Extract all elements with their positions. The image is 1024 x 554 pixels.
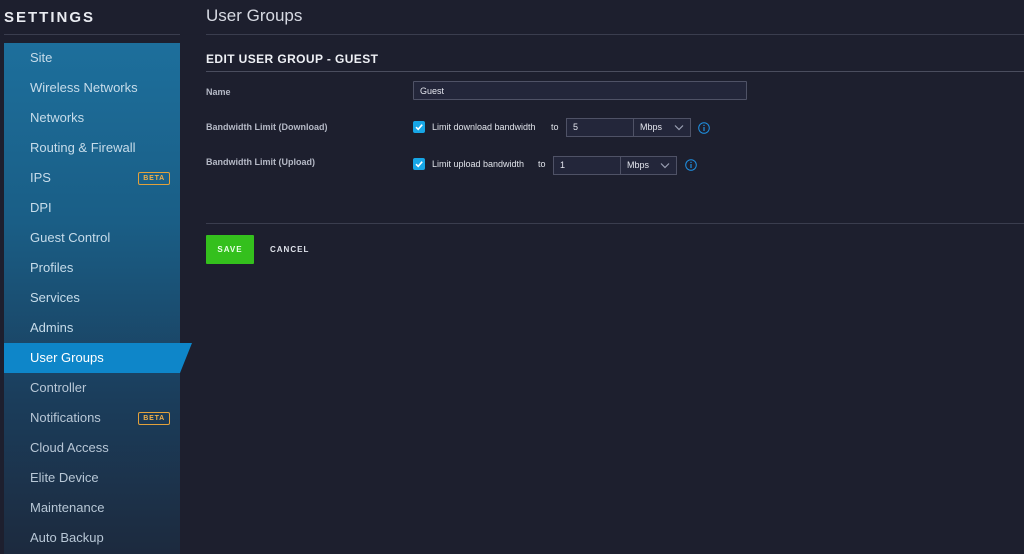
cancel-button[interactable]: CANCEL bbox=[270, 235, 309, 264]
sidebar-item-label: Admins bbox=[30, 320, 74, 335]
info-icon[interactable] bbox=[698, 122, 710, 134]
sidebar-item-services[interactable]: Services bbox=[4, 283, 180, 313]
download-checkbox-label: Limit download bandwidth bbox=[432, 122, 536, 132]
name-input[interactable]: Guest bbox=[413, 81, 747, 100]
sidebar-item-site[interactable]: Site bbox=[4, 43, 180, 73]
download-to-label: to bbox=[551, 122, 559, 132]
sidebar-item-label: DPI bbox=[30, 200, 52, 215]
sidebar-item-label: Cloud Access bbox=[30, 440, 109, 455]
sidebar-item-elite-device[interactable]: Elite Device bbox=[4, 463, 180, 493]
sidebar-item-notifications[interactable]: Notifications BETA bbox=[4, 403, 180, 433]
section-title: EDIT USER GROUP - GUEST bbox=[206, 52, 379, 66]
sidebar-item-admins[interactable]: Admins bbox=[4, 313, 180, 343]
upload-unit-select[interactable]: Mbps bbox=[621, 156, 677, 175]
sidebar-item-label: Site bbox=[30, 50, 53, 65]
sidebar-item-label: Controller bbox=[30, 380, 87, 395]
sidebar-nav: Site Wireless Networks Networks Routing … bbox=[4, 43, 192, 554]
beta-badge: BETA bbox=[138, 412, 170, 425]
beta-badge: BETA bbox=[138, 172, 170, 185]
upload-limit-checkbox[interactable] bbox=[413, 158, 425, 170]
sidebar-item-label: Profiles bbox=[30, 260, 74, 275]
header-divider bbox=[206, 34, 1024, 35]
section-divider bbox=[206, 71, 1024, 72]
sidebar-item-user-groups[interactable]: User Groups bbox=[4, 343, 192, 373]
settings-app: SETTINGS Site Wireless Networks Networks… bbox=[0, 0, 1024, 554]
sidebar-item-maintenance[interactable]: Maintenance bbox=[4, 493, 180, 523]
sidebar-item-label: Guest Control bbox=[30, 230, 111, 245]
sidebar-divider bbox=[4, 34, 180, 35]
upload-limit-label: Bandwidth Limit (Upload) bbox=[206, 157, 315, 167]
name-label: Name bbox=[206, 87, 231, 97]
upload-to-label: to bbox=[538, 159, 546, 169]
sidebar-item-controller[interactable]: Controller bbox=[4, 373, 180, 403]
sidebar-item-label: Networks bbox=[30, 110, 85, 125]
sidebar-item-cloud-access[interactable]: Cloud Access bbox=[4, 433, 180, 463]
sidebar-item-guest-control[interactable]: Guest Control bbox=[4, 223, 180, 253]
check-icon bbox=[415, 161, 423, 168]
sidebar-item-routing-firewall[interactable]: Routing & Firewall bbox=[4, 133, 180, 163]
sidebar-item-wireless-networks[interactable]: Wireless Networks bbox=[4, 73, 180, 103]
sidebar-item-dpi[interactable]: DPI bbox=[4, 193, 180, 223]
save-button[interactable]: SAVE bbox=[206, 235, 254, 264]
sidebar-item-label: User Groups bbox=[30, 350, 104, 365]
sidebar-item-label: Notifications bbox=[30, 410, 101, 425]
sidebar-item-networks[interactable]: Networks bbox=[4, 103, 180, 133]
download-limit-label: Bandwidth Limit (Download) bbox=[206, 122, 328, 132]
upload-value-input[interactable]: 1 bbox=[553, 156, 621, 175]
sidebar-item-label: Wireless Networks bbox=[30, 80, 138, 95]
chevron-down-icon bbox=[674, 125, 684, 131]
sidebar-title: SETTINGS bbox=[4, 9, 96, 26]
upload-unit-value: Mbps bbox=[627, 160, 650, 170]
info-icon[interactable] bbox=[685, 159, 697, 171]
form-divider bbox=[206, 223, 1024, 224]
sidebar-item-label: Services bbox=[30, 290, 80, 305]
sidebar-item-label: Maintenance bbox=[30, 500, 105, 515]
page-title: User Groups bbox=[206, 6, 303, 25]
sidebar-item-profiles[interactable]: Profiles bbox=[4, 253, 180, 283]
sidebar-item-label: IPS bbox=[30, 170, 51, 185]
download-unit-value: Mbps bbox=[640, 122, 663, 132]
sidebar-item-label: Elite Device bbox=[30, 470, 99, 485]
download-limit-checkbox[interactable] bbox=[413, 121, 425, 133]
sidebar-item-auto-backup[interactable]: Auto Backup bbox=[4, 523, 180, 553]
download-value-input[interactable]: 5 bbox=[566, 118, 634, 137]
download-unit-select[interactable]: Mbps bbox=[634, 118, 691, 137]
chevron-down-icon bbox=[660, 163, 670, 169]
sidebar-item-ips[interactable]: IPS BETA bbox=[4, 163, 180, 193]
upload-checkbox-label: Limit upload bandwidth bbox=[432, 159, 525, 169]
check-icon bbox=[415, 124, 423, 131]
sidebar-item-label: Routing & Firewall bbox=[30, 140, 136, 155]
sidebar-item-label: Auto Backup bbox=[30, 530, 104, 545]
